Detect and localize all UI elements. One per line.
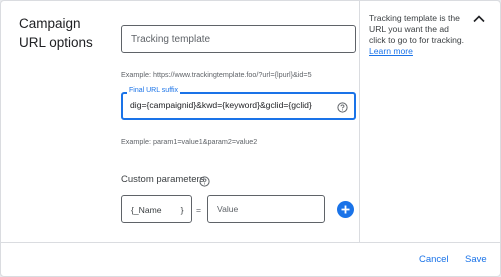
final-url-suffix-value[interactable]: dig={campaignid}&kwd={keyword}&gclid={gc… (130, 100, 312, 110)
equals-sign: = (196, 205, 202, 215)
plus-circle-icon (341, 205, 350, 214)
tracking-template-example: Example: https://www.trackingtemplate.fo… (121, 70, 312, 79)
help-circle-icon[interactable] (337, 100, 348, 113)
chevron-up-icon[interactable] (471, 11, 487, 27)
tracking-template-field[interactable] (121, 25, 356, 53)
custom-parameters-title: Custom parameters (121, 174, 205, 185)
learn-more-link[interactable]: Learn more (369, 46, 413, 56)
parameter-value-field[interactable] (207, 195, 325, 223)
parameter-value-input[interactable] (208, 196, 324, 222)
help-description: Tracking template is the URL you want th… (369, 13, 465, 45)
tracking-template-input[interactable] (122, 26, 355, 52)
footer-divider (1, 242, 501, 243)
help-circle-icon[interactable] (199, 174, 210, 187)
final-url-suffix-example: Example: param1=value1&param2=value2 (121, 137, 258, 146)
final-url-suffix-label: Final URL suffix (127, 87, 181, 94)
add-parameter-button[interactable] (337, 201, 354, 218)
cancel-button[interactable]: Cancel (419, 254, 449, 265)
campaign-url-options-card: Campaign URL options Tracking template i… (0, 0, 501, 277)
parameter-name-placeholder: {_Name } (131, 205, 184, 215)
section-title: Campaign URL options (19, 16, 93, 50)
parameter-name-field[interactable]: {_Name } (121, 195, 192, 223)
help-text-block: Tracking template is the URL you want th… (369, 13, 465, 57)
save-button[interactable]: Save (465, 254, 487, 265)
